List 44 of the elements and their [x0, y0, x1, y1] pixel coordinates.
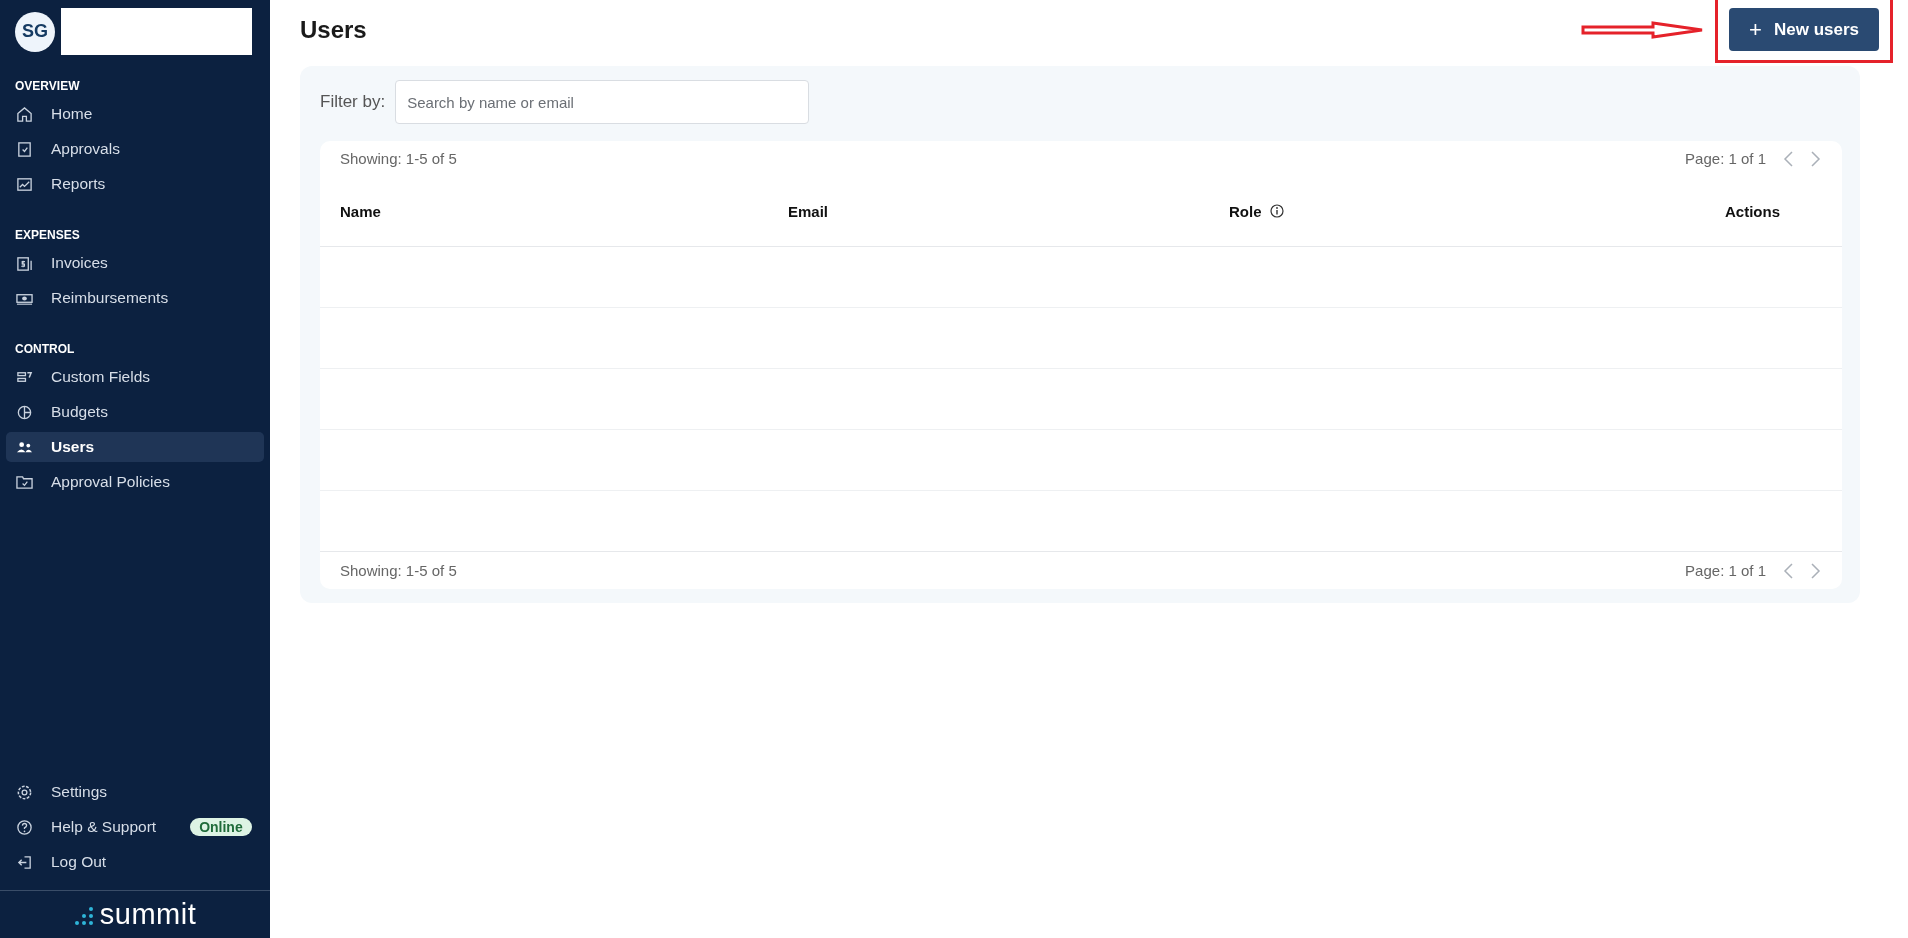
column-header: Actions: [1725, 202, 1780, 220]
logout-icon: [16, 853, 33, 871]
sidebar-item[interactable]: Custom Fields: [6, 362, 264, 392]
logo-text: summit: [99, 898, 197, 931]
sidebar-item[interactable]: Invoices: [6, 248, 264, 278]
folder-icon: [16, 473, 33, 491]
page-title: Users: [300, 16, 367, 44]
sidebar-item[interactable]: Home: [6, 99, 264, 129]
status-badge: Online: [190, 818, 252, 836]
previous-page-icon[interactable]: [1782, 561, 1794, 580]
avatar[interactable]: SG: [15, 11, 55, 52]
showing-count: Showing: 1-5 of 5: [340, 150, 457, 167]
sidebar-item[interactable]: Approval Policies: [6, 467, 264, 497]
sidebar-item[interactable]: Budgets: [6, 397, 264, 427]
settings-icon: [16, 783, 33, 801]
section-heading: EXPENSES: [14, 227, 81, 244]
column-header: Email: [788, 202, 829, 220]
sidebar-item[interactable]: Settings: [6, 777, 264, 807]
new-users-button[interactable]: + New users: [1729, 8, 1879, 51]
invoice-icon: [16, 254, 33, 272]
next-page-icon[interactable]: [1810, 149, 1822, 168]
info-icon[interactable]: [1269, 204, 1284, 218]
help-icon: [16, 818, 33, 836]
sidebar-item[interactable]: Users: [6, 432, 264, 462]
page-count: Page: 1 of 1: [1685, 150, 1766, 167]
section-heading: OVERVIEW: [14, 78, 81, 95]
section-heading: CONTROL: [14, 341, 76, 358]
sidebar-item[interactable]: Help & Support Online: [6, 812, 264, 842]
column-header: Name: [340, 202, 381, 220]
chart-icon: [16, 175, 33, 193]
search-field[interactable]: Search by name or email: [395, 80, 810, 124]
clipboard-icon: [16, 140, 33, 158]
pie-chart-icon: [16, 403, 33, 421]
sidebar-item[interactable]: Reports: [6, 169, 264, 199]
next-page-icon[interactable]: [1810, 561, 1822, 580]
showing-count: Showing: 1-5 of 5: [340, 562, 457, 579]
sidebar-item[interactable]: Approvals: [6, 134, 264, 164]
previous-page-icon[interactable]: [1782, 149, 1794, 168]
home-icon: [16, 105, 33, 123]
sidebar-item[interactable]: Log Out: [6, 847, 264, 877]
page-count: Page: 1 of 1: [1685, 562, 1766, 579]
sidebar-item[interactable]: Reimbursements: [6, 283, 264, 313]
filter-label: Filter by:: [320, 92, 386, 112]
column-header: Role: [1229, 202, 1262, 220]
